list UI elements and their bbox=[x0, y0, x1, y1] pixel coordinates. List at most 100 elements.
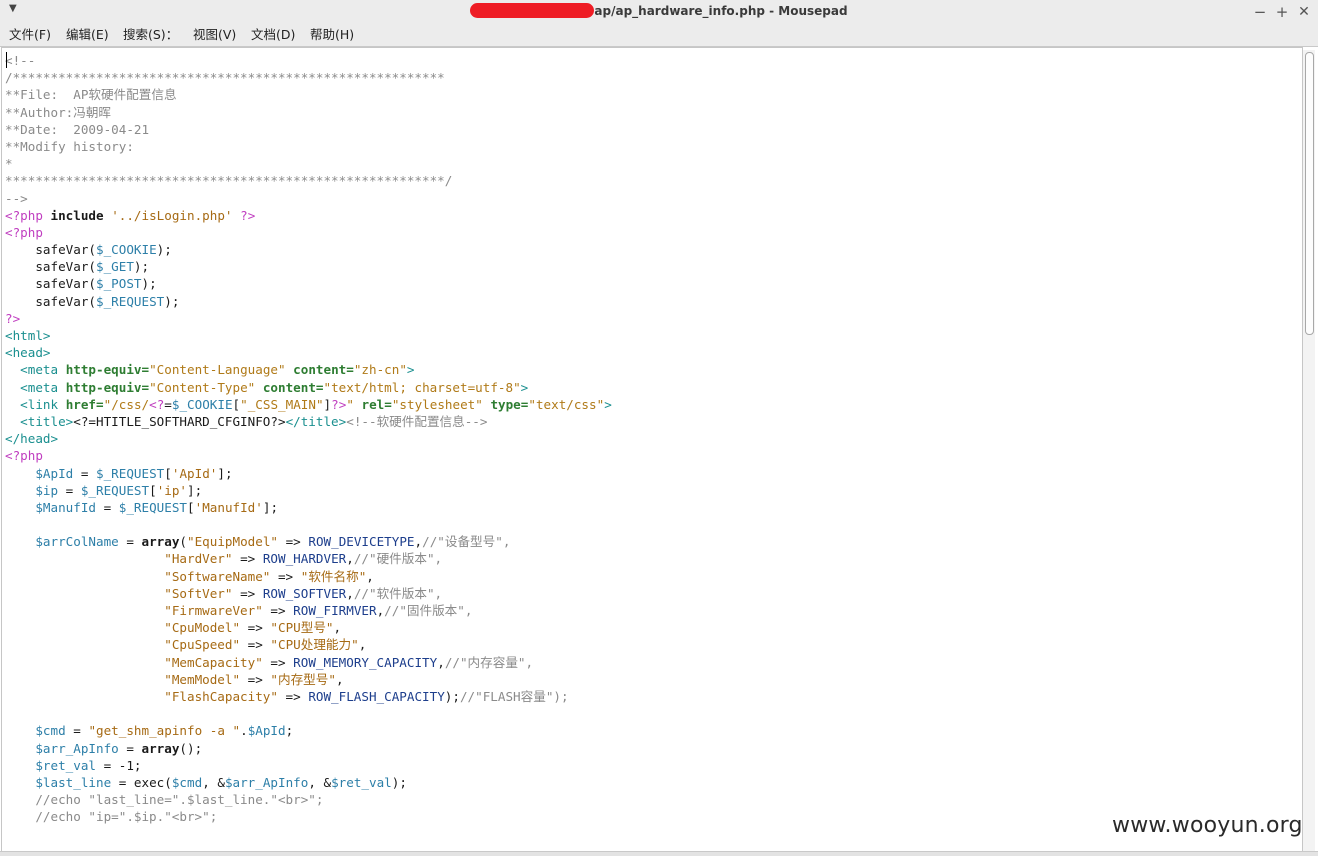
code-token: ?> bbox=[331, 396, 347, 412]
code-line: <?php include '../isLogin.php' ?> bbox=[5, 207, 612, 224]
code-token: <?php bbox=[5, 224, 43, 240]
code-token: "CpuModel" bbox=[164, 620, 241, 636]
code-line: </head> bbox=[5, 430, 612, 447]
code-token: > bbox=[520, 379, 529, 395]
code-token: => bbox=[262, 654, 294, 670]
code-line: /***************************************… bbox=[5, 69, 612, 86]
code-token: > bbox=[604, 396, 612, 412]
code-token: **Date: 2009-04-21 bbox=[5, 121, 150, 137]
code-token: ROW_FLASH_CAPACITY bbox=[308, 688, 445, 704]
code-token: ); bbox=[164, 293, 180, 309]
code-token: <meta bbox=[20, 379, 59, 395]
code-line: <html> bbox=[5, 327, 612, 344]
code-line: $ip = $_REQUEST['ip']; bbox=[5, 482, 612, 499]
code-line: ?> bbox=[5, 310, 612, 327]
code-token: "内存型号" bbox=[270, 671, 336, 687]
scrollbar-thumb[interactable] bbox=[1305, 52, 1314, 335]
vertical-scrollbar[interactable] bbox=[1303, 50, 1315, 851]
code-token: "CPU处理能力" bbox=[270, 637, 359, 653]
code-token: --> bbox=[5, 190, 28, 206]
code-token: "get_shm_apinfo -a " bbox=[88, 723, 241, 739]
window-title-area: ap/ap_hardware_info.php - Mousepad bbox=[0, 0, 1318, 24]
code-token: [ bbox=[187, 499, 195, 515]
code-token: /***************************************… bbox=[5, 70, 445, 86]
code-token: "MemCapacity" bbox=[164, 654, 263, 670]
code-token: <head> bbox=[5, 345, 51, 361]
code-token: = exec( bbox=[111, 774, 172, 790]
code-token: "FlashCapacity" bbox=[164, 688, 278, 704]
code-token: * bbox=[5, 156, 13, 172]
code-token: "EquipModel" bbox=[187, 534, 279, 550]
code-line: **Modify history: bbox=[5, 138, 612, 155]
code-line: $ManufId = $_REQUEST['ManufId']; bbox=[5, 499, 612, 516]
code-token: rel= bbox=[361, 396, 392, 412]
menu-edit[interactable]: 编辑(E) bbox=[66, 26, 109, 44]
code-token: array bbox=[141, 740, 180, 756]
code-token: => bbox=[240, 620, 271, 636]
code-line: "CpuModel" => "CPU型号", bbox=[5, 619, 612, 636]
code-token: = bbox=[118, 534, 142, 550]
code-token: safeVar( bbox=[5, 259, 96, 275]
code-token: => bbox=[262, 603, 294, 618]
code-line: //echo "last_line=".$last_line."<br>"; bbox=[5, 791, 612, 808]
code-token: "HardVer" bbox=[164, 551, 233, 567]
code-token: [ bbox=[149, 482, 157, 498]
code-token: , bbox=[366, 568, 374, 584]
code-line: <?php bbox=[5, 447, 612, 464]
text-editor[interactable]: <!-- /***********************************… bbox=[1, 47, 1303, 853]
code-line: safeVar($_GET); bbox=[5, 258, 612, 275]
code-token: $_COOKIE bbox=[171, 396, 233, 412]
code-token: , bbox=[414, 534, 423, 550]
code-token: **Modify history: bbox=[5, 138, 134, 154]
code-token: ]; bbox=[187, 482, 203, 498]
code-token: "SoftVer" bbox=[164, 585, 233, 601]
menu-search[interactable]: 搜索(S)： bbox=[123, 26, 178, 44]
code-token: //"固件版本", bbox=[384, 603, 473, 618]
code-token: <link bbox=[20, 396, 59, 412]
code-token: $ApId bbox=[35, 465, 74, 481]
code-token: = bbox=[58, 482, 81, 498]
menu-view[interactable]: 视图(V) bbox=[193, 26, 236, 44]
code-line: <title><?=HTITLE_SOFTHARD_CFGINFO?></tit… bbox=[5, 413, 612, 430]
code-line: //echo "ip=".$ip."<br>"; bbox=[5, 808, 612, 825]
code-line: ****************************************… bbox=[5, 172, 612, 189]
minimize-icon[interactable]: − bbox=[1250, 2, 1270, 22]
code-token: = bbox=[96, 499, 119, 515]
menu-document[interactable]: 文档(D) bbox=[251, 26, 295, 44]
code-token: = bbox=[65, 723, 89, 739]
code-token: "MemModel" bbox=[164, 671, 241, 687]
code-token: </title> bbox=[285, 413, 347, 429]
code-token: => bbox=[240, 671, 271, 687]
code-token: safeVar( bbox=[5, 276, 96, 292]
code-token: ); bbox=[133, 259, 150, 275]
code-token: => bbox=[278, 534, 309, 550]
code-token: array bbox=[141, 534, 180, 550]
code-token: ( bbox=[179, 534, 188, 550]
code-line: $ApId = $_REQUEST['ApId']; bbox=[5, 465, 612, 482]
code-token: ROW_SOFTVER bbox=[262, 585, 347, 601]
code-token: content= bbox=[293, 362, 354, 378]
code-token: $cmd bbox=[171, 774, 203, 790]
code-token: ROW_FIRMVER bbox=[293, 603, 377, 618]
code-token: = bbox=[73, 465, 97, 481]
code-token: , bbox=[335, 671, 344, 687]
menu-file[interactable]: 文件(F) bbox=[9, 26, 51, 44]
code-line: "MemModel" => "内存型号", bbox=[5, 671, 612, 688]
close-icon[interactable]: ✕ bbox=[1294, 2, 1314, 22]
code-line: <!-- bbox=[5, 52, 612, 69]
maximize-icon[interactable]: + bbox=[1272, 2, 1292, 22]
code-token: <!--软硬件配置信息--> bbox=[346, 413, 488, 429]
menu-help[interactable]: 帮助(H) bbox=[310, 26, 354, 44]
code-token: $_REQUEST bbox=[96, 293, 165, 309]
